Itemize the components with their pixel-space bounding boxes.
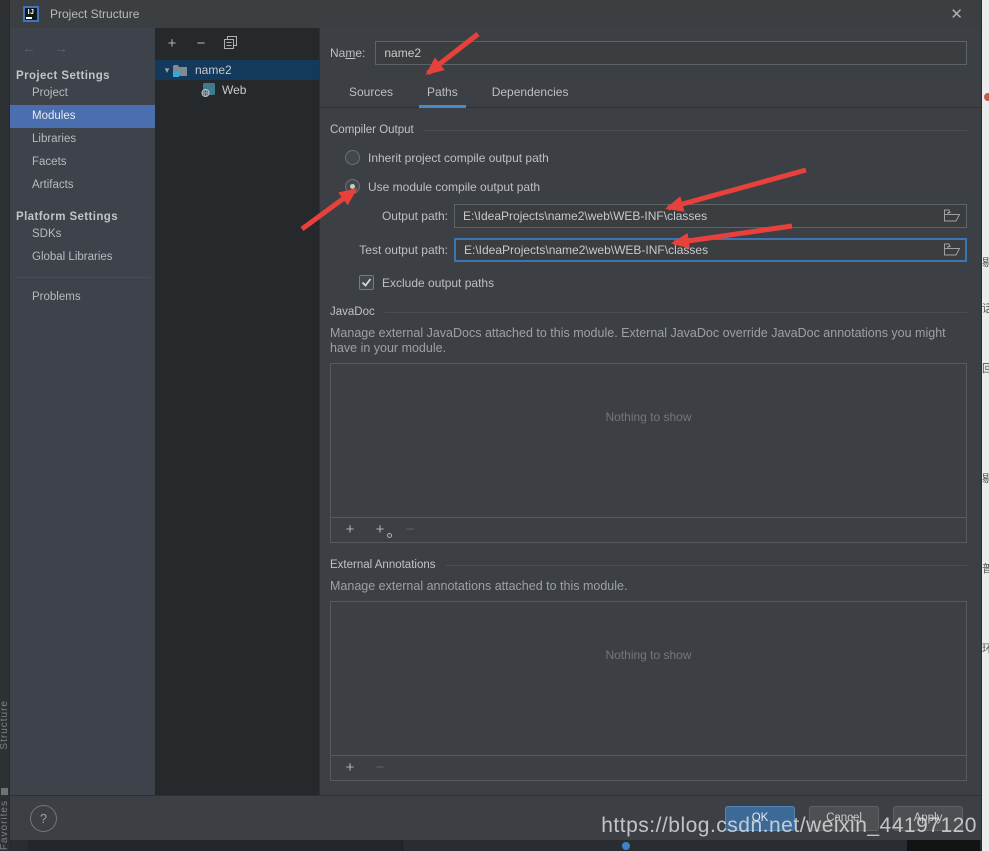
- settings-sidebar: ← → Project Settings Project Modules Lib…: [10, 28, 155, 795]
- sidebar-item-problems[interactable]: Problems: [10, 286, 155, 309]
- external-annotations-empty-text: Nothing to show: [331, 648, 966, 662]
- dialog-footer: ? OK Cancel Apply: [10, 795, 981, 840]
- help-button[interactable]: ?: [30, 805, 57, 832]
- structure-toolwindow-icon: [1, 788, 8, 795]
- add-javadoc-url-icon[interactable]: +: [373, 523, 387, 537]
- add-annotation-root-icon[interactable]: +: [343, 761, 357, 775]
- clipped-glyph: 剔: [982, 254, 989, 270]
- module-editor-panel: Name: Sources Paths Dependencies Compile…: [320, 28, 981, 795]
- cancel-button[interactable]: Cancel: [809, 806, 879, 831]
- sidebar-divider: [14, 277, 151, 278]
- close-icon[interactable]: ✕: [950, 5, 963, 23]
- javadoc-empty-text: Nothing to show: [331, 410, 966, 424]
- external-annotations-list[interactable]: Nothing to show + −: [330, 601, 967, 781]
- clipped-glyph: 回: [982, 360, 989, 376]
- radio-icon-selected[interactable]: [345, 179, 360, 194]
- sidebar-item-sdks[interactable]: SDKs: [10, 223, 155, 246]
- test-output-path-label: Test output path:: [330, 243, 448, 257]
- module-icon: [173, 64, 189, 77]
- project-settings-header: Project Settings: [16, 70, 155, 82]
- background-window-right-strip: 剔 话 回 剔 普 环: [982, 0, 989, 851]
- copy-module-icon[interactable]: [223, 36, 237, 52]
- test-output-path-input[interactable]: [454, 238, 967, 262]
- clipped-glyph: 剔: [982, 470, 989, 486]
- screen: Structure Favorites IJ Project Structure…: [0, 0, 989, 851]
- background-logo-dot: [984, 93, 989, 101]
- clipped-glyph: 普: [982, 560, 989, 576]
- clipped-glyph: 环: [982, 640, 989, 656]
- module-name-input[interactable]: [375, 41, 967, 65]
- radio-label: Inherit project compile output path: [368, 151, 549, 165]
- modules-tree-panel: + − ▾ name2 Web: [155, 28, 320, 795]
- tree-row-web[interactable]: Web: [155, 80, 319, 100]
- dialog-title: Project Structure: [50, 7, 139, 21]
- platform-settings-header: Platform Settings: [16, 211, 155, 223]
- javadoc-description: Manage external JavaDocs attached to thi…: [330, 326, 967, 356]
- remove-module-icon[interactable]: −: [194, 37, 208, 51]
- ok-button[interactable]: OK: [725, 806, 795, 831]
- javadoc-list[interactable]: Nothing to show + + −: [330, 363, 967, 543]
- sidebar-item-global-libraries[interactable]: Global Libraries: [10, 246, 155, 269]
- checkbox-checked-icon[interactable]: [359, 275, 374, 290]
- sidebar-item-facets[interactable]: Facets: [10, 151, 155, 174]
- tab-dependencies[interactable]: Dependencies: [488, 79, 573, 107]
- checkbox-label: Exclude output paths: [382, 276, 494, 290]
- add-javadoc-icon[interactable]: +: [343, 523, 357, 537]
- tree-row-name2[interactable]: ▾ name2: [155, 60, 319, 80]
- browse-folder-icon[interactable]: [944, 243, 960, 259]
- statusbar-blue-dot: [622, 842, 630, 850]
- forward-arrow-icon[interactable]: →: [54, 40, 68, 56]
- radio-label: Use module compile output path: [368, 180, 540, 194]
- browse-folder-icon[interactable]: [944, 209, 960, 225]
- statusbar-segment: [28, 840, 403, 851]
- chevron-down-icon[interactable]: ▾: [155, 65, 173, 76]
- sidebar-item-libraries[interactable]: Libraries: [10, 128, 155, 151]
- remove-annotation-root-icon[interactable]: −: [373, 761, 387, 775]
- sidebar-item-modules[interactable]: Modules: [10, 105, 155, 128]
- radio-use-module-output[interactable]: Use module compile output path: [345, 179, 981, 194]
- dialog-titlebar: IJ Project Structure ✕: [10, 0, 981, 28]
- favorites-toolwindow-label[interactable]: Favorites: [0, 800, 10, 850]
- statusbar-dark-segment: [907, 840, 980, 851]
- back-arrow-icon[interactable]: ←: [22, 40, 36, 56]
- radio-inherit-output[interactable]: Inherit project compile output path: [345, 150, 981, 165]
- external-annotations-list-toolbar: + −: [331, 755, 966, 780]
- module-tabs: Sources Paths Dependencies: [320, 79, 981, 108]
- ide-toolwindow-strip: Structure Favorites: [0, 0, 10, 851]
- javadoc-list-toolbar: + + −: [331, 517, 966, 542]
- project-structure-dialog: IJ Project Structure ✕ ← → Project Setti…: [10, 0, 982, 840]
- external-annotations-section-header: External Annotations: [330, 559, 967, 571]
- sidebar-item-project[interactable]: Project: [10, 82, 155, 105]
- intellij-logo-icon: IJ: [23, 6, 39, 22]
- tree-row-label: Web: [222, 83, 246, 97]
- web-facet-icon: [201, 83, 216, 97]
- apply-button[interactable]: Apply: [893, 806, 963, 831]
- tab-sources[interactable]: Sources: [345, 79, 397, 107]
- tree-row-label: name2: [195, 63, 232, 77]
- exclude-output-paths-checkbox[interactable]: Exclude output paths: [359, 275, 981, 290]
- javadoc-section-header: JavaDoc: [330, 306, 967, 318]
- name-label: Name:: [330, 46, 365, 60]
- radio-icon[interactable]: [345, 150, 360, 165]
- add-module-icon[interactable]: +: [165, 37, 179, 51]
- ide-statusbar-strip: [10, 840, 982, 851]
- output-path-label: Output path:: [330, 209, 448, 223]
- structure-toolwindow-label[interactable]: Structure: [0, 700, 10, 750]
- remove-javadoc-icon[interactable]: −: [403, 523, 417, 537]
- intellij-logo-text: IJ: [28, 9, 35, 16]
- output-path-input[interactable]: [454, 204, 967, 228]
- external-annotations-description: Manage external annotations attached to …: [330, 579, 967, 594]
- tab-paths[interactable]: Paths: [423, 79, 462, 107]
- compiler-output-section-header: Compiler Output: [330, 124, 967, 136]
- sidebar-item-artifacts[interactable]: Artifacts: [10, 174, 155, 197]
- clipped-glyph: 话: [982, 300, 989, 316]
